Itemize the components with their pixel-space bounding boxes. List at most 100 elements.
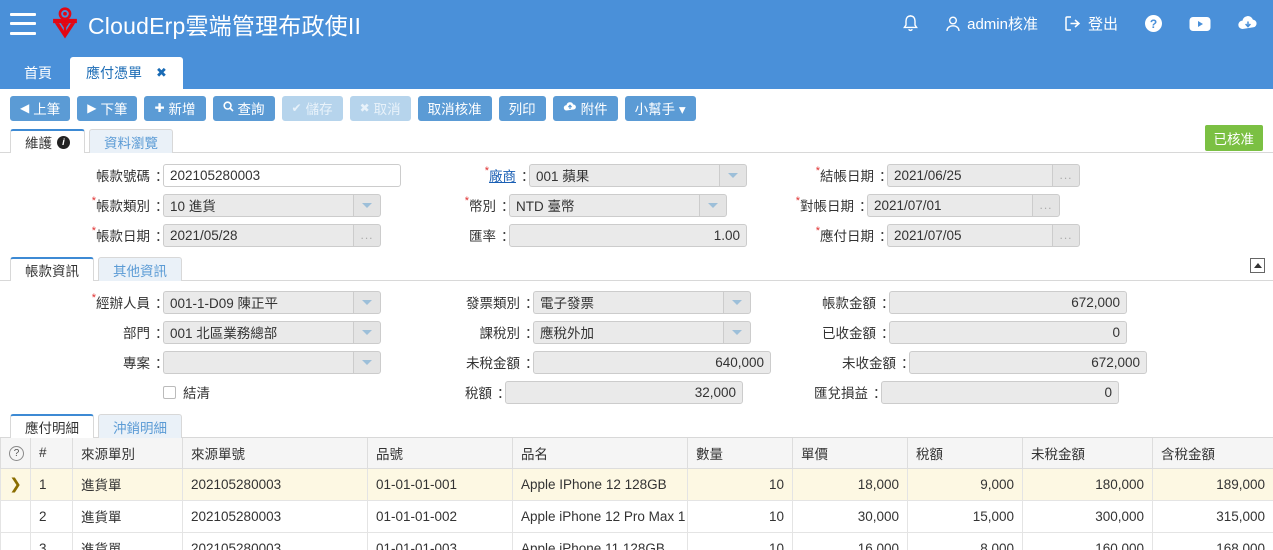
gridtab-payable-detail[interactable]: 應付明細	[10, 414, 94, 438]
field-department-input[interactable]: 001 北區業務總部	[163, 321, 353, 344]
cell-qty[interactable]: 10	[688, 532, 793, 550]
row-selector[interactable]	[1, 532, 31, 550]
logout-button[interactable]: 登出	[1064, 13, 1118, 34]
close-icon[interactable]: ✖	[156, 65, 167, 81]
cell-amount-ex[interactable]: 180,000	[1023, 468, 1153, 500]
cell-tax[interactable]: 8,000	[908, 532, 1023, 550]
cell-qty[interactable]: 10	[688, 500, 793, 532]
cell-tax[interactable]: 15,000	[908, 500, 1023, 532]
field-handler-input[interactable]: 001-1-D09 陳正平	[163, 291, 353, 314]
col-index[interactable]: #	[31, 438, 73, 468]
help-circle-icon[interactable]: ?	[9, 446, 24, 461]
field-vendor-input[interactable]: 001 蘋果	[529, 164, 719, 187]
field-account-date-input[interactable]: 2021/05/28	[163, 224, 353, 247]
field-currency-input[interactable]: NTD 臺幣	[509, 194, 699, 217]
row-selector[interactable]	[1, 500, 31, 532]
search-button[interactable]: 查詢	[213, 96, 275, 121]
field-close-date-combo[interactable]: 2021/06/25 ...	[887, 164, 1080, 187]
field-received-amount-input[interactable]: 0	[889, 321, 1127, 344]
revoke-approval-button[interactable]: 取消核准	[418, 96, 492, 121]
table-row[interactable]: 2 進貨單 202105280003 01-01-01-002 Apple iP…	[1, 500, 1273, 532]
cell-amount-ex[interactable]: 160,000	[1023, 532, 1153, 550]
field-account-amount-input[interactable]: 672,000	[889, 291, 1127, 314]
table-row[interactable]: ❯ 1 進貨單 202105280003 01-01-01-001 Apple …	[1, 468, 1273, 500]
settled-checkbox[interactable]	[163, 386, 176, 399]
field-currency-combo[interactable]: NTD 臺幣	[509, 194, 727, 217]
field-payable-date-input[interactable]: 2021/07/05	[887, 224, 1052, 247]
field-close-date-input[interactable]: 2021/06/25	[887, 164, 1052, 187]
field-tax-type-input[interactable]: 應稅外加	[533, 321, 723, 344]
chevron-down-icon[interactable]	[353, 321, 381, 344]
row-selector[interactable]: ❯	[1, 468, 31, 500]
field-tax-type-combo[interactable]: 應稅外加	[533, 321, 751, 344]
tab-home[interactable]: 首頁	[8, 57, 68, 89]
cell-item-name[interactable]: Apple iPhone 11 128GB	[513, 532, 688, 550]
collapse-up-icon[interactable]	[1250, 258, 1265, 273]
calendar-picker-icon[interactable]: ...	[1052, 164, 1080, 187]
col-source-type[interactable]: 來源單別	[73, 438, 183, 468]
cell-unit-price[interactable]: 30,000	[793, 500, 908, 532]
paneltab-other-info[interactable]: 其他資訊	[98, 257, 182, 281]
field-handler-combo[interactable]: 001-1-D09 陳正平	[163, 291, 381, 314]
chevron-down-icon[interactable]	[353, 351, 381, 374]
col-help[interactable]: ?	[1, 438, 31, 468]
cell-tax[interactable]: 9,000	[908, 468, 1023, 500]
field-department-combo[interactable]: 001 北區業務總部	[163, 321, 381, 344]
helper-dropdown-button[interactable]: 小幫手 ▾	[625, 96, 696, 121]
cell-amount-inc[interactable]: 315,000	[1153, 500, 1273, 532]
field-vendor-combo[interactable]: 001 蘋果	[529, 164, 747, 187]
field-invoice-type-combo[interactable]: 電子發票	[533, 291, 751, 314]
cell-source-type[interactable]: 進貨單	[73, 532, 183, 550]
attachment-button[interactable]: 附件	[553, 96, 618, 121]
chevron-down-icon[interactable]	[353, 291, 381, 314]
field-account-no-input[interactable]: 202105280003	[163, 164, 401, 187]
cell-item-name[interactable]: Apple IPhone 12 128GB	[513, 468, 688, 500]
field-unreceived-amount-input[interactable]: 672,000	[909, 351, 1147, 374]
calendar-picker-icon[interactable]: ...	[1032, 194, 1060, 217]
settled-checkbox-wrap[interactable]: 結清	[163, 382, 353, 402]
download-cloud-icon[interactable]	[1237, 15, 1259, 32]
cell-amount-inc[interactable]: 168,000	[1153, 532, 1273, 550]
cell-source-type[interactable]: 進貨單	[73, 500, 183, 532]
chevron-down-icon[interactable]	[719, 164, 747, 187]
field-account-date-combo[interactable]: 2021/05/28 ...	[163, 224, 381, 247]
hamburger-icon[interactable]	[10, 13, 36, 35]
chevron-down-icon[interactable]	[353, 194, 381, 217]
help-icon[interactable]: ?	[1144, 14, 1163, 33]
col-source-no[interactable]: 來源單號	[183, 438, 368, 468]
cell-source-no[interactable]: 202105280003	[183, 532, 368, 550]
field-tax-amount-input[interactable]: 32,000	[505, 381, 743, 404]
field-reconcile-date-combo[interactable]: 2021/07/01 ...	[867, 194, 1060, 217]
field-account-type-combo[interactable]: 10 進貨	[163, 194, 381, 217]
calendar-picker-icon[interactable]: ...	[1052, 224, 1080, 247]
col-item-no[interactable]: 品號	[368, 438, 513, 468]
col-tax[interactable]: 稅額	[908, 438, 1023, 468]
col-qty[interactable]: 數量	[688, 438, 793, 468]
print-button[interactable]: 列印	[499, 96, 546, 121]
user-menu[interactable]: admin核准	[945, 13, 1038, 34]
field-invoice-type-input[interactable]: 電子發票	[533, 291, 723, 314]
add-button[interactable]: ✚ 新增	[144, 96, 205, 121]
field-project-input[interactable]	[163, 351, 353, 374]
field-exchange-gain-loss-input[interactable]: 0	[881, 381, 1119, 404]
subtab-data-browse[interactable]: 資料瀏覽	[89, 129, 173, 153]
cell-unit-price[interactable]: 16,000	[793, 532, 908, 550]
col-unit-price[interactable]: 單價	[793, 438, 908, 468]
cell-source-type[interactable]: 進貨單	[73, 468, 183, 500]
cell-item-no[interactable]: 01-01-01-001	[368, 468, 513, 500]
field-project-combo[interactable]	[163, 351, 381, 374]
subtab-maintenance[interactable]: 維護 i	[10, 129, 85, 153]
field-account-type-input[interactable]: 10 進貨	[163, 194, 353, 217]
field-untaxed-amount-input[interactable]: 640,000	[533, 351, 771, 374]
next-record-button[interactable]: ▶ 下筆	[77, 96, 137, 121]
col-amount-ex[interactable]: 未稅金額	[1023, 438, 1153, 468]
col-amount-inc[interactable]: 含稅金額	[1153, 438, 1273, 468]
chevron-down-icon[interactable]	[699, 194, 727, 217]
paneltab-account-info[interactable]: 帳款資訊	[10, 257, 94, 281]
col-item-name[interactable]: 品名	[513, 438, 688, 468]
tab-payable-voucher[interactable]: 應付憑單 ✖	[70, 57, 183, 89]
prev-record-button[interactable]: ◀ 上筆	[10, 96, 70, 121]
cell-item-no[interactable]: 01-01-01-003	[368, 532, 513, 550]
field-payable-date-combo[interactable]: 2021/07/05 ...	[887, 224, 1080, 247]
calendar-picker-icon[interactable]: ...	[353, 224, 381, 247]
